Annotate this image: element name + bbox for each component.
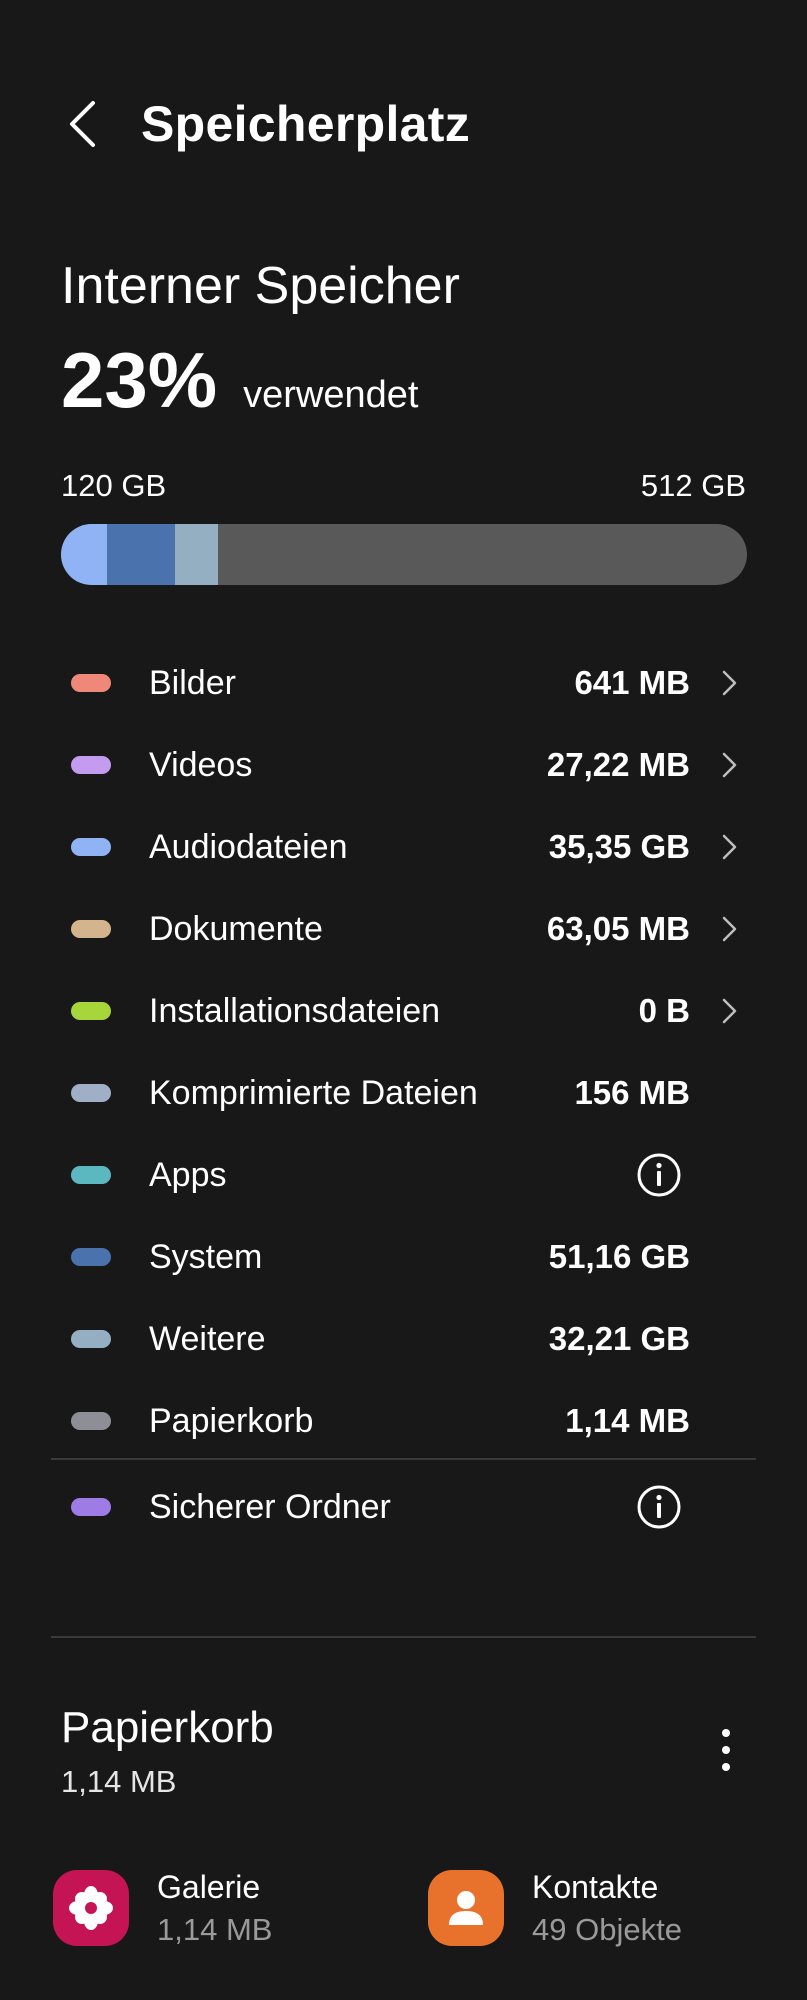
category-size: 1,14 MB xyxy=(565,1402,690,1439)
category-label: Audiodateien xyxy=(149,828,348,866)
category-color-dot xyxy=(71,1002,111,1020)
category-label: System xyxy=(149,1238,263,1276)
category-size: 32,21 GB xyxy=(548,1320,690,1357)
category-size: 51,16 GB xyxy=(548,1238,690,1275)
trash-app-name: Galerie xyxy=(157,1869,261,1905)
bar-segment-other xyxy=(175,524,218,585)
usage-label: verwendet xyxy=(243,374,419,416)
category-label: Installationsdateien xyxy=(149,992,441,1030)
category-label: Apps xyxy=(149,1156,227,1194)
category-row-bilder[interactable]: Bilder 641 MB xyxy=(0,642,807,724)
category-color-dot xyxy=(71,756,111,774)
used-size-label: 120 GB xyxy=(61,468,167,503)
category-size: 35,35 GB xyxy=(548,828,690,865)
trash-app-detail: 49 Objekte xyxy=(532,1912,682,1947)
category-size: 0 B xyxy=(638,992,690,1029)
trash-app-gallery[interactable]: Galerie 1,14 MB xyxy=(53,1868,353,1948)
info-icon[interactable] xyxy=(636,1484,682,1530)
trash-section-size: 1,14 MB xyxy=(61,1764,177,1799)
back-arrow-icon xyxy=(70,101,95,147)
chevron-right-icon xyxy=(722,998,737,1024)
category-color-dot xyxy=(71,1412,111,1430)
category-color-dot xyxy=(71,1330,111,1348)
usage-summary: 23% verwendet xyxy=(61,340,418,420)
category-size: 63,05 MB xyxy=(546,910,690,947)
category-label: Dokumente xyxy=(149,910,323,948)
category-color-dot xyxy=(71,1498,111,1516)
bar-segment-system xyxy=(107,524,175,585)
category-row-dokumente[interactable]: Dokumente 63,05 MB xyxy=(0,888,807,970)
category-color-dot xyxy=(71,1166,111,1184)
back-button[interactable] xyxy=(52,94,112,154)
flower-icon xyxy=(53,1870,129,1946)
list-divider xyxy=(51,1458,756,1460)
category-size: 27,22 MB xyxy=(546,746,690,783)
category-color-dot xyxy=(71,838,111,856)
storage-heading: Interner Speicher xyxy=(61,257,460,315)
category-size: 641 MB xyxy=(574,664,690,701)
category-color-dot xyxy=(71,1248,111,1266)
app-bar: Speicherplatz xyxy=(0,80,807,170)
bar-segment-audio xyxy=(61,524,107,585)
category-color-dot xyxy=(71,1084,111,1102)
category-size: 156 MB xyxy=(574,1074,690,1111)
chevron-right-icon xyxy=(722,834,737,860)
category-row-weitere: Weitere 32,21 GB xyxy=(0,1298,807,1380)
category-row-videos[interactable]: Videos 27,22 MB xyxy=(0,724,807,806)
category-color-dot xyxy=(71,920,111,938)
category-row-audiodateien[interactable]: Audiodateien 35,35 GB xyxy=(0,806,807,888)
category-row-installationsdateien[interactable]: Installationsdateien 0 B xyxy=(0,970,807,1052)
category-row-papierkorb: Papierkorb 1,14 MB xyxy=(0,1380,807,1462)
total-size-label: 512 GB xyxy=(640,468,746,503)
category-label: Komprimierte Dateien xyxy=(149,1074,478,1112)
page-title: Speicherplatz xyxy=(141,96,470,152)
trash-app-name: Kontakte xyxy=(532,1869,659,1905)
category-label: Weitere xyxy=(149,1320,266,1358)
trash-app-contacts[interactable]: Kontakte 49 Objekte xyxy=(428,1868,748,1948)
category-label: Bilder xyxy=(149,664,236,702)
category-row-komprimierte-dateien: Komprimierte Dateien 156 MB xyxy=(0,1052,807,1134)
more-options-button[interactable] xyxy=(706,1726,746,1774)
category-color-dot xyxy=(71,674,111,692)
category-label: Videos xyxy=(149,746,253,784)
section-divider xyxy=(51,1636,756,1638)
chevron-right-icon xyxy=(722,670,737,696)
chevron-right-icon xyxy=(722,916,737,942)
usage-percent: 23% xyxy=(61,336,218,424)
storage-usage-bar xyxy=(61,524,747,585)
trash-app-detail: 1,14 MB xyxy=(157,1912,273,1947)
category-label: Papierkorb xyxy=(149,1402,314,1440)
more-vert-icon xyxy=(722,1729,730,1771)
category-row-sicherer-ordner: Sicherer Ordner xyxy=(0,1466,807,1548)
category-label: Sicherer Ordner xyxy=(149,1488,391,1526)
category-row-apps: Apps xyxy=(0,1134,807,1216)
category-row-system: System 51,16 GB xyxy=(0,1216,807,1298)
person-icon xyxy=(428,1870,504,1946)
chevron-right-icon xyxy=(722,752,737,778)
trash-section-title: Papierkorb xyxy=(61,1703,274,1752)
info-icon[interactable] xyxy=(636,1152,682,1198)
